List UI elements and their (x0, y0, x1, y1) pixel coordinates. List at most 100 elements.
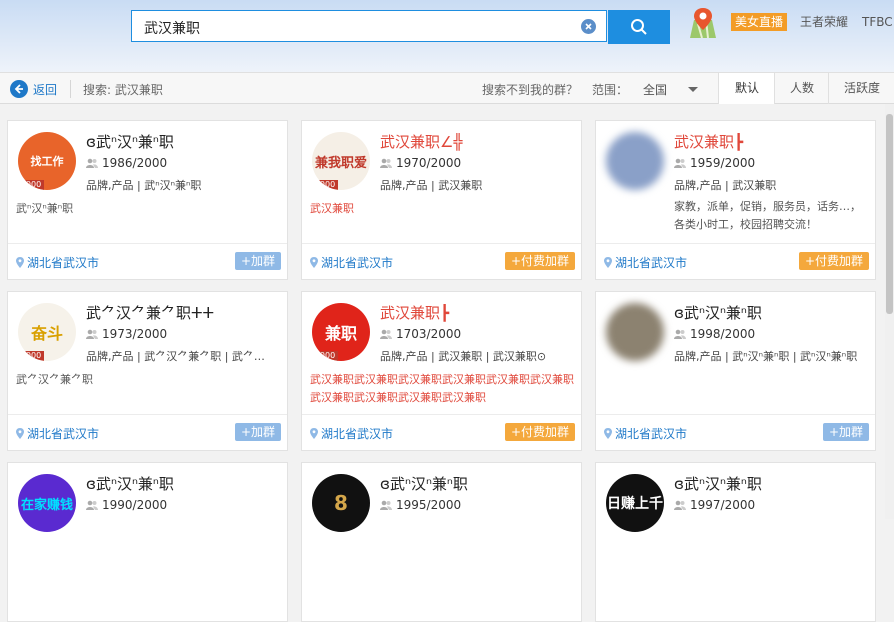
members-icon (674, 500, 686, 510)
group-card[interactable]: 奋斗 2000 武⺈汉⺈兼⺈职ⵜⵜ 1973/2000 品牌,产品 | 武⺈汉⺈兼⺈职 … (7, 291, 288, 451)
members-icon (380, 329, 392, 339)
location-text: 湖北省武汉市 (321, 427, 394, 441)
location: 湖北省武汉市 (604, 425, 687, 442)
toolbar: 返回 搜索: 武汉兼职 搜索不到我的群？ 范围： 全国 默认 人数 活跃度 (0, 72, 894, 104)
search-input[interactable]: 武汉兼职 (131, 10, 607, 42)
member-count: 1998/2000 (674, 327, 755, 341)
group-card[interactable]: 在家赚钱 ɞ武ⁿ汉ⁿ兼ⁿ职 1990/2000 (7, 462, 288, 622)
level-badge: 2000 (18, 180, 44, 190)
group-card[interactable]: 8 ɞ武ⁿ汉ⁿ兼ⁿ职 1995/2000 (301, 462, 582, 622)
member-count-value: 1990/2000 (102, 498, 168, 512)
member-count: 1959/2000 (674, 156, 755, 170)
group-avatar[interactable] (606, 132, 664, 190)
group-avatar[interactable]: 兼职 2000 (312, 303, 370, 361)
location: 湖北省武汉市 (16, 254, 99, 271)
location-text: 湖北省武汉市 (27, 256, 100, 270)
join-group-button[interactable]: +付费加群 (504, 252, 575, 270)
level-badge: 2000 (312, 351, 338, 361)
group-avatar[interactable]: 兼我职爱 2000 (312, 132, 370, 190)
group-tags: 品牌,产品 | 武ⁿ汉ⁿ兼ⁿ职 | 武ⁿ汉ⁿ兼ⁿ职 (674, 350, 858, 363)
member-count-value: 1703/2000 (396, 327, 462, 341)
divider (70, 80, 71, 98)
group-card[interactable]: 武汉兼职┣ 1959/2000 品牌,产品 | 武汉兼职 家教，派单，促销，服务员，话… (595, 120, 876, 280)
join-group-button[interactable]: +加群 (822, 423, 869, 441)
scrollbar[interactable] (885, 104, 894, 519)
join-group-button[interactable]: +加群 (234, 252, 281, 270)
group-description: 家教，派单，促销，服务员，话务…，各类小时工，校园招聘交流！ (674, 200, 861, 231)
member-count-value: 1970/2000 (396, 156, 462, 170)
location-pin-icon (310, 428, 318, 439)
group-tags: 品牌,产品 | 武ⁿ汉ⁿ兼ⁿ职 (86, 179, 202, 192)
location-text: 湖北省武汉市 (615, 256, 688, 270)
scrollbar-thumb[interactable] (886, 114, 893, 314)
search-input-value: 武汉兼职 (144, 21, 200, 37)
group-name[interactable]: ɞ武ⁿ汉ⁿ兼ⁿ职 (674, 302, 762, 323)
group-name[interactable]: ɞ武ⁿ汉ⁿ兼ⁿ职 (86, 473, 174, 494)
tab-members[interactable]: 人数 (774, 73, 829, 104)
join-group-button[interactable]: +付费加群 (798, 252, 869, 270)
group-card[interactable]: 日赚上千 ɞ武ⁿ汉ⁿ兼ⁿ职 1997/2000 (595, 462, 876, 622)
location-pin-icon (310, 257, 318, 268)
group-name[interactable]: ɞ武ⁿ汉ⁿ兼ⁿ职 (380, 473, 468, 494)
member-count: 1973/2000 (86, 327, 167, 341)
join-group-button[interactable]: +加群 (234, 423, 281, 441)
member-count: 1995/2000 (380, 498, 461, 512)
card-footer: 湖北省武汉市 +加群 (596, 414, 875, 450)
tab-activity[interactable]: 活跃度 (828, 73, 894, 104)
card-footer: 湖北省武汉市 +加群 (8, 414, 287, 450)
member-count-value: 1995/2000 (396, 498, 462, 512)
location: 湖北省武汉市 (16, 425, 99, 442)
group-avatar[interactable]: 8 (312, 474, 370, 532)
group-name[interactable]: 武汉兼职∠╬ (380, 131, 462, 152)
group-description: 武ⁿ汉ⁿ兼ⁿ职 (16, 202, 74, 215)
group-name[interactable]: 武汉兼职┣ (674, 131, 743, 152)
group-name[interactable]: ɞ武ⁿ汉ⁿ兼ⁿ职 (86, 131, 174, 152)
group-avatar[interactable]: 找工作 2000 (18, 132, 76, 190)
card-footer: 湖北省武汉市 +付费加群 (302, 414, 581, 450)
search-summary: 搜索: 武汉兼职 (83, 83, 163, 97)
group-name[interactable]: 武汉兼职┣ (380, 302, 449, 323)
member-count-value: 1997/2000 (690, 498, 756, 512)
avatar-text: 在家赚钱 (18, 474, 76, 532)
member-count: 1986/2000 (86, 156, 167, 170)
live-stream-badge[interactable]: 美女直播 (731, 13, 788, 31)
top-header: 武汉兼职 美女直播 王者荣耀 TFBC (0, 0, 894, 72)
group-name[interactable]: ɞ武ⁿ汉ⁿ兼ⁿ职 (674, 473, 762, 494)
location: 湖北省武汉市 (604, 254, 687, 271)
join-group-button[interactable]: +付费加群 (504, 423, 575, 441)
map-pin-icon[interactable] (688, 6, 718, 40)
chevron-down-icon[interactable] (688, 87, 698, 92)
avatar-text (606, 303, 664, 361)
member-count: 1703/2000 (380, 327, 461, 341)
game-link[interactable]: 王者荣耀 (800, 13, 848, 31)
tfbc-link[interactable]: TFBC (862, 13, 893, 31)
tab-default[interactable]: 默认 (718, 73, 775, 104)
group-tags: 品牌,产品 | 武汉兼职 (380, 179, 483, 192)
group-avatar[interactable]: 日赚上千 (606, 474, 664, 532)
group-card[interactable]: 兼我职爱 2000 武汉兼职∠╬ 1970/2000 品牌,产品 | 武汉兼职 武汉兼职湖… (301, 120, 582, 280)
level-badge: 2000 (18, 351, 44, 361)
members-icon (86, 500, 98, 510)
group-card[interactable]: ɞ武ⁿ汉ⁿ兼ⁿ职 1998/2000 品牌,产品 | 武ⁿ汉ⁿ兼ⁿ职 | 武ⁿ汉ⁿ兼… (595, 291, 876, 451)
members-icon (380, 500, 392, 510)
location-pin-icon (604, 428, 612, 439)
members-icon (380, 158, 392, 168)
not-found-link[interactable]: 搜索不到我的群？ (482, 81, 578, 98)
clear-icon[interactable] (581, 19, 596, 34)
group-avatar[interactable]: 在家赚钱 (18, 474, 76, 532)
member-count-value: 1973/2000 (102, 327, 168, 341)
back-button[interactable]: 返回 (10, 79, 57, 99)
search-button[interactable] (608, 10, 670, 44)
card-footer: 湖北省武汉市 +加群 (8, 243, 287, 279)
members-icon (86, 158, 98, 168)
group-name[interactable]: 武⺈汉⺈兼⺈职ⵜⵜ (86, 302, 214, 323)
back-arrow-icon (10, 80, 28, 98)
group-card[interactable]: 找工作 2000 ɞ武ⁿ汉ⁿ兼ⁿ职 1986/2000 品牌,产品 | 武ⁿ汉ⁿ兼ⁿ职武… (7, 120, 288, 280)
members-icon (86, 329, 98, 339)
member-count-value: 1986/2000 (102, 156, 168, 170)
group-avatar[interactable]: 奋斗 2000 (18, 303, 76, 361)
group-card[interactable]: 兼职 2000 武汉兼职┣ 1703/2000 品牌,产品 | 武汉兼职 | 武汉兼职⊙… (301, 291, 582, 451)
location: 湖北省武汉市 (310, 254, 393, 271)
member-count-value: 1959/2000 (690, 156, 756, 170)
group-avatar[interactable] (606, 303, 664, 361)
